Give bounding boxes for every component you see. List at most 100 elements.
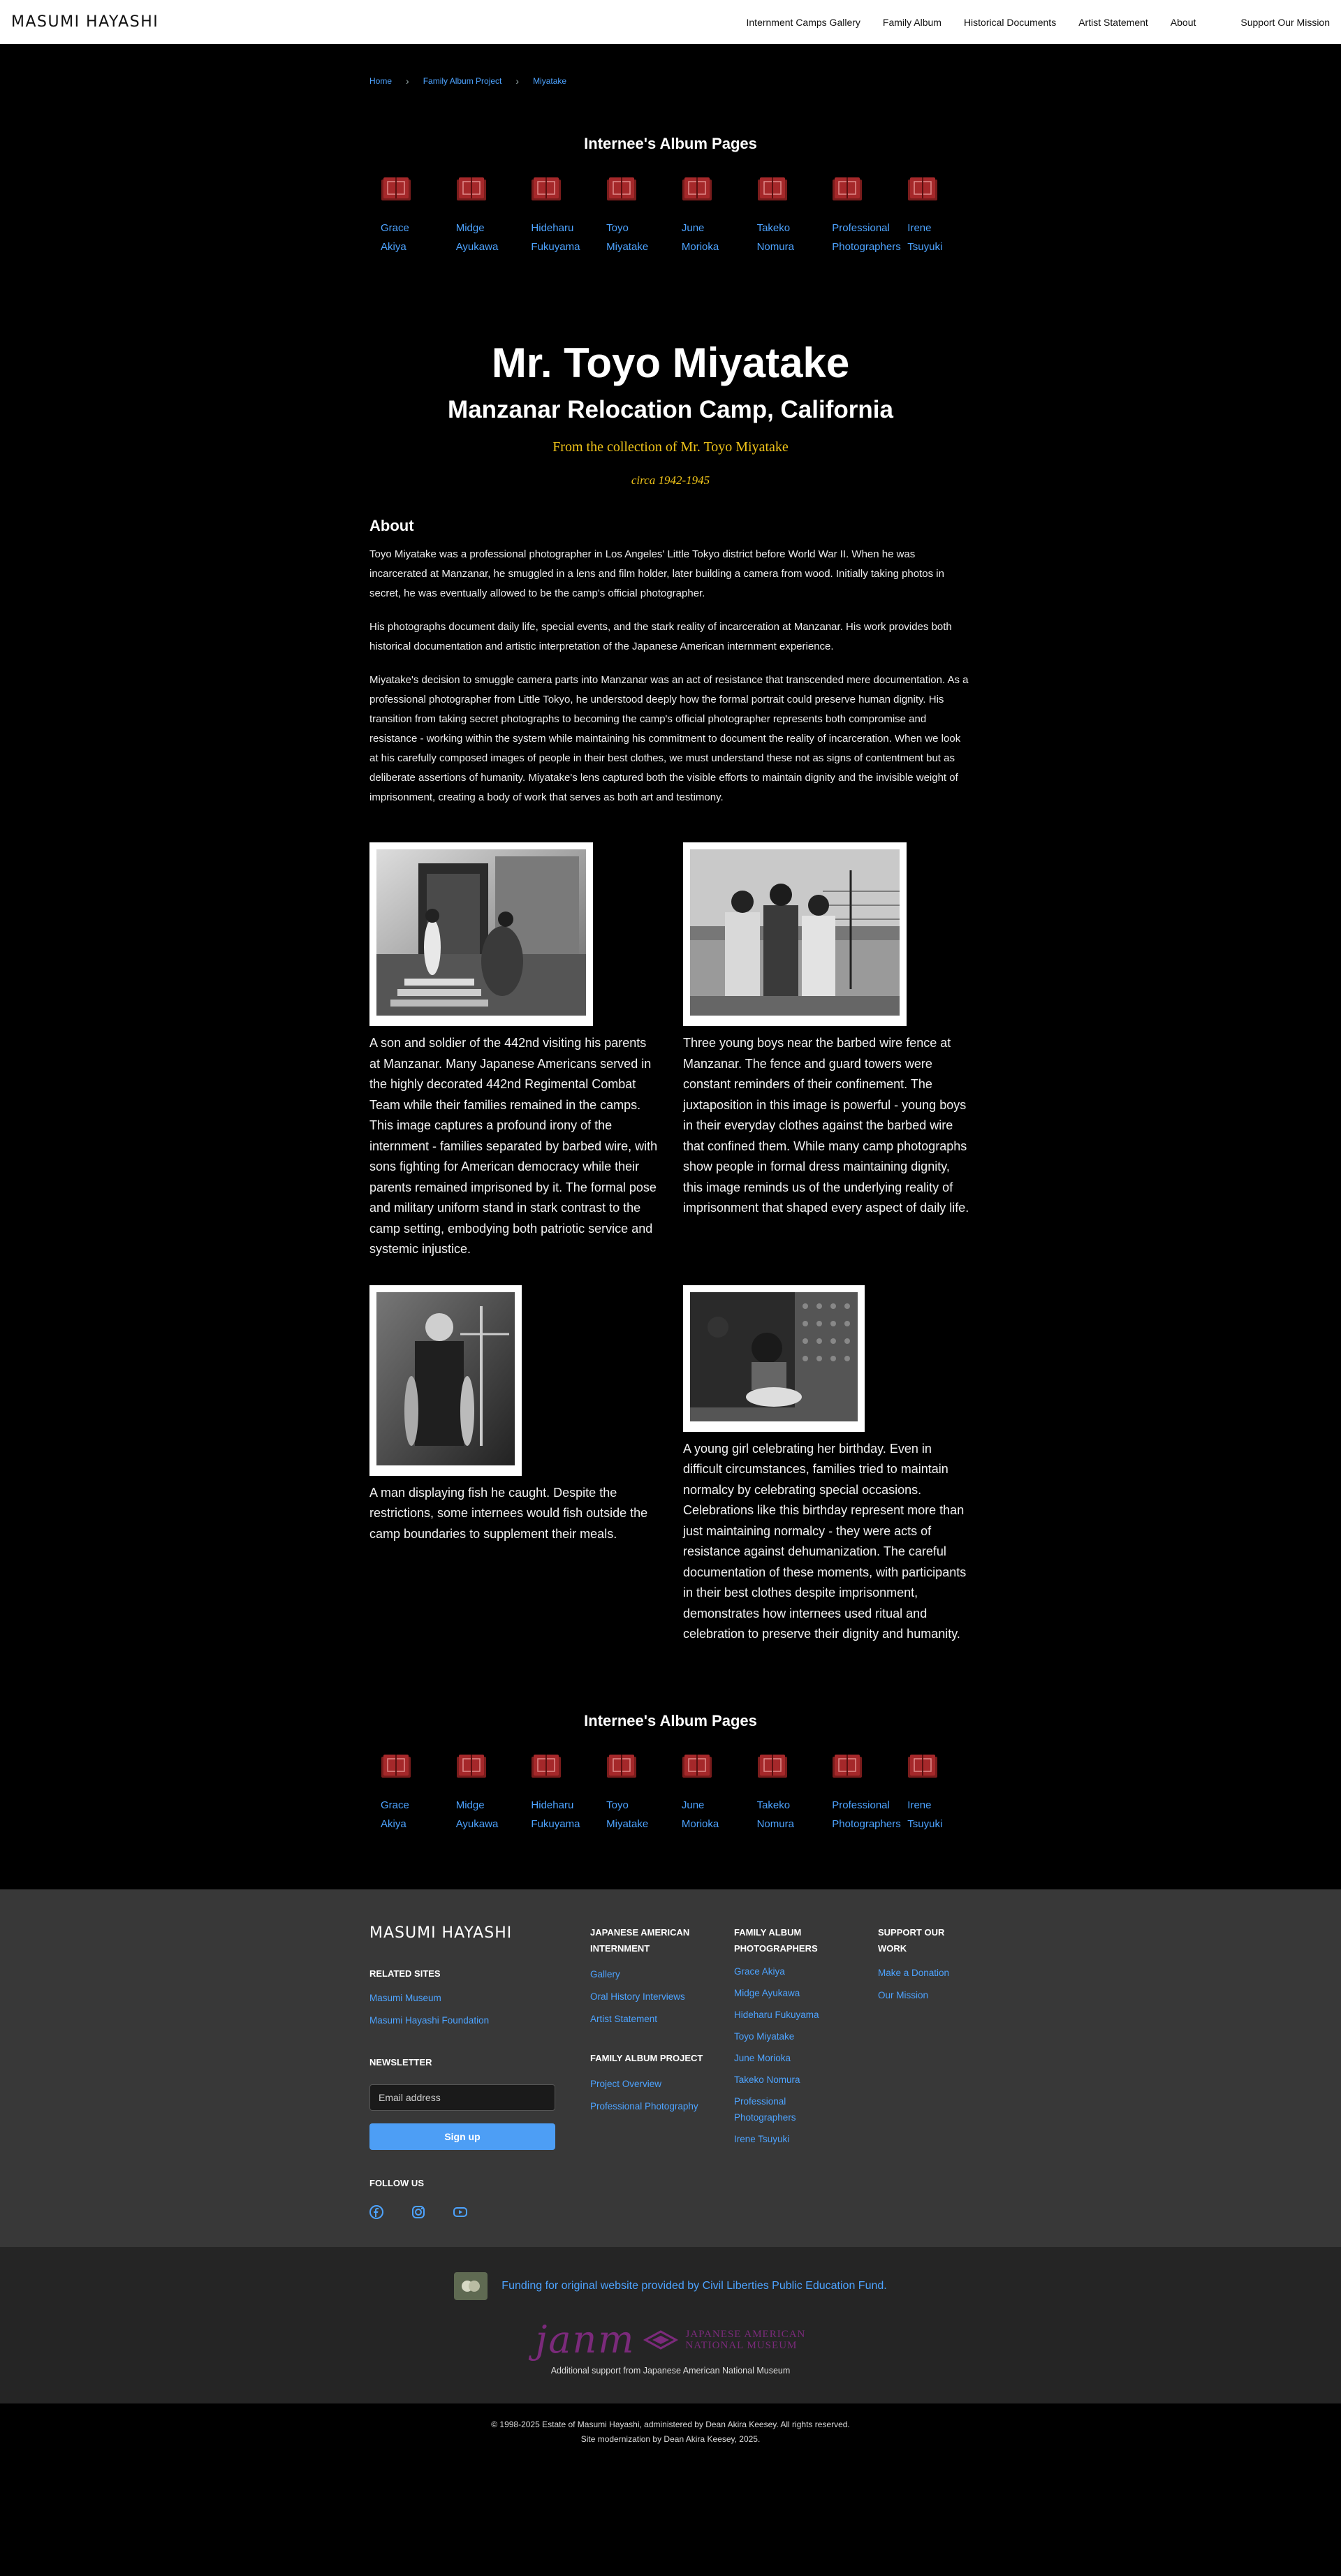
instagram-icon[interactable] [411,2205,425,2219]
link-masumi-museum[interactable]: Masumi Museum [369,1987,590,2010]
photo-birthday[interactable] [683,1285,865,1432]
link-masumi-hayashi-foundation[interactable]: Masumi Hayashi Foundation [369,2010,590,2032]
youtube-icon[interactable] [453,2205,467,2219]
breadcrumb-home[interactable]: Home [369,76,392,86]
jai-heading: JAPANESE AMERICAN INTERNMENT [590,1926,690,1954]
janm-name-line1: JAPANESE AMERICAN [685,2328,806,2340]
album-pages-list: Grace Akiya Midge Ayukawa Hideharu Fukuyama To… [369,177,972,256]
album-last-name: Miyatake [606,241,649,253]
album-page-link[interactable]: Takeko Nomura [746,177,821,256]
breadcrumb-family-album-project[interactable]: Family Album Project [423,76,502,86]
album-page-name: Takeko Nomura [757,1796,794,1834]
photo-album-icon [682,177,712,200]
breadcrumb-miyatake[interactable]: Miyatake [533,76,566,86]
album-page-name: Hideharu Fukuyama [531,1796,580,1834]
link-june-morioka[interactable]: June Morioka [734,2050,878,2066]
album-page-link[interactable]: Midge Ayukawa [445,1754,520,1834]
album-page-link[interactable]: Grace Akiya [369,177,445,256]
album-page-name: Grace Akiya [381,219,409,256]
clpef-logo [454,2271,488,2300]
link-professional-photographers[interactable]: Professional Photographers [734,2093,811,2125]
about-paragraph: Toyo Miyatake was a professional photogr… [369,548,944,599]
funding-section: Funding for original website provided by… [0,2246,1341,2403]
album-page-link[interactable]: Toyo Miyatake [595,1754,670,1834]
footer-col-brand: MASUMI HAYASHI RELATED SITES Masumi Muse… [369,1924,590,2219]
photo-boys-fence[interactable] [683,842,907,1026]
album-first-name: Professional [832,222,890,234]
album-first-name: Toyo [606,222,629,234]
link-project-overview[interactable]: Project Overview [590,2073,734,2095]
album-first-name: Irene [907,1799,932,1811]
album-page-name: Midge Ayukawa [456,1796,499,1834]
collection-note: From the collection of Mr. Toyo Miyatake [552,439,789,455]
link-oral-history-interviews[interactable]: Oral History Interviews [590,1986,734,2008]
nav-about[interactable]: About [1171,17,1196,28]
album-page-name: Toyo Miyatake [606,1796,648,1834]
link-takeko-nomura[interactable]: Takeko Nomura [734,2072,878,2088]
photo-card: A young girl celebrating her birthday. E… [683,1285,972,1645]
facebook-icon[interactable] [369,2204,383,2219]
album-page-name: Grace Akiya [381,1796,409,1834]
album-last-name: Morioka [681,1817,719,1830]
album-first-name: Irene [907,222,932,234]
album-first-name: Grace [380,1799,409,1811]
chevron-right-icon: › [515,75,520,87]
link-midge-ayukawa[interactable]: Midge Ayukawa [734,1985,878,2001]
album-first-name: June [681,1799,705,1811]
link-gallery[interactable]: Gallery [590,1963,734,1986]
signup-button[interactable]: Sign up [369,2123,555,2150]
album-page-link[interactable]: June Morioka [670,1754,746,1834]
email-input[interactable]: Email address [369,2084,555,2111]
nav-historical-documents[interactable]: Historical Documents [964,17,1056,28]
photo-album-icon [607,177,637,200]
janm-wordmark: janm [535,2317,636,2362]
photo-caption: Three young boys near the barbed wire fe… [683,1036,969,1215]
support-heading: SUPPORT OUR WORK [878,1926,945,1954]
nav-artist-statement[interactable]: Artist Statement [1078,17,1148,28]
album-page-link[interactable]: Irene Tsuyuki [896,1754,972,1834]
album-last-name: Photographers [832,1817,901,1830]
link-irene-tsuyuki[interactable]: Irene Tsuyuki [734,2131,878,2147]
photo-soldier-visit[interactable] [369,842,593,1026]
hero: Mr. Toyo Miyatake Manzanar Relocation Ca… [369,340,972,488]
album-first-name: Midge [455,222,485,234]
nav-support-our-mission[interactable]: Support Our Mission [1240,17,1330,28]
social-links [369,2204,590,2219]
album-page-link[interactable]: Hideharu Fukuyama [520,1754,595,1834]
album-last-name: Nomura [756,241,794,253]
album-pages-title: Internee's Album Pages [584,135,757,152]
album-page-name: Takeko Nomura [757,219,794,256]
album-page-link[interactable]: Irene Tsuyuki [896,177,972,256]
album-page-link[interactable]: June Morioka [670,177,746,256]
album-page-name: Professional Photographers [832,1796,900,1834]
album-page-link[interactable]: Takeko Nomura [746,1754,821,1834]
nav-family-album[interactable]: Family Album [883,17,941,28]
photo-album-icon [833,177,863,200]
follow-us-heading: FOLLOW US [369,2177,424,2188]
album-page-link[interactable]: Midge Ayukawa [445,177,520,256]
nav-internment-camps-gallery[interactable]: Internment Camps Gallery [747,17,860,28]
album-last-name: Akiya [380,1817,406,1830]
link-professional-photography[interactable]: Professional Photography [590,2095,734,2118]
album-page-link[interactable]: Professional Photographers [821,1754,901,1834]
link-make-a-donation[interactable]: Make a Donation [878,1962,972,1984]
janm-logo[interactable]: janm JAPANESE AMERICAN NATIONAL MUSEUM [0,2317,1341,2362]
photo-fish[interactable] [369,1285,522,1476]
album-page-link[interactable]: Grace Akiya [369,1754,445,1834]
link-our-mission[interactable]: Our Mission [878,1984,972,2007]
photo-album-icon [682,1754,712,1778]
footer-brand: MASUMI HAYASHI [369,1924,513,1942]
photo-card: Three young boys near the barbed wire fe… [683,842,972,1260]
album-page-link[interactable]: Hideharu Fukuyama [520,177,595,256]
album-page-link[interactable]: Toyo Miyatake [595,177,670,256]
album-last-name: Akiya [380,241,406,253]
janm-support-note: Additional support from Japanese America… [550,2365,791,2376]
janm-name: JAPANESE AMERICAN NATIONAL MUSEUM [686,2329,806,2351]
site-brand[interactable]: MASUMI HAYASHI [11,13,159,31]
link-grace-akiya[interactable]: Grace Akiya [734,1963,878,1979]
link-hideharu-fukuyama[interactable]: Hideharu Fukuyama [734,2007,878,2023]
album-page-link[interactable]: Professional Photographers [821,177,901,256]
link-toyo-miyatake[interactable]: Toyo Miyatake [734,2028,878,2044]
funding-link[interactable]: Funding for original website provided by… [501,2280,886,2292]
link-artist-statement[interactable]: Artist Statement [590,2008,734,2030]
